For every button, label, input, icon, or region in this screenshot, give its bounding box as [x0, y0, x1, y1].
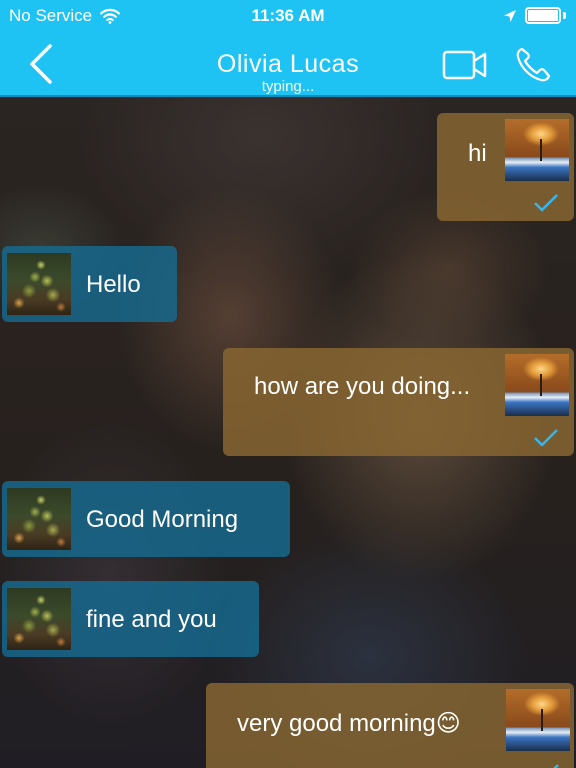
contact-avatar — [7, 488, 71, 550]
message-outgoing[interactable]: very good morning😊 — [206, 683, 574, 768]
typing-status: typing... — [261, 78, 315, 95]
message-text: very good morning😊 — [237, 710, 461, 737]
checkmark-icon — [534, 194, 558, 212]
sender-avatar — [506, 689, 570, 751]
status-time: 11:36 AM — [251, 6, 325, 25]
message-text: Good Morning — [86, 506, 239, 533]
status-bar: No Service 11:36 AM — [0, 0, 576, 32]
message-outgoing[interactable]: how are you doing... — [223, 348, 574, 456]
sender-avatar — [505, 354, 569, 416]
message-text: Hello — [86, 271, 141, 298]
video-call-button[interactable] — [442, 48, 488, 82]
message-text: fine and you — [86, 606, 217, 633]
phone-icon — [516, 47, 551, 82]
message-incoming[interactable]: Good Morning — [2, 481, 290, 557]
contact-name[interactable]: Olivia Lucas — [0, 50, 576, 79]
voice-call-button[interactable] — [514, 46, 552, 84]
message-text: how are you doing... — [254, 373, 471, 400]
location-arrow-icon — [504, 9, 516, 22]
sender-avatar — [505, 119, 569, 181]
chat-header: Olivia Lucas typing... — [0, 32, 576, 97]
battery-tip — [563, 12, 566, 19]
checkmark-icon — [553, 764, 559, 768]
message-incoming[interactable]: Hello — [2, 246, 177, 322]
status-right — [503, 7, 566, 24]
battery-icon — [525, 7, 561, 24]
contact-avatar — [7, 253, 71, 315]
video-camera-icon — [442, 50, 487, 80]
message-text: hi — [468, 140, 487, 167]
contact-avatar — [7, 588, 71, 650]
message-incoming[interactable]: fine and you — [2, 581, 259, 657]
message-outgoing[interactable]: hi — [437, 113, 574, 221]
checkmark-icon — [534, 429, 558, 447]
